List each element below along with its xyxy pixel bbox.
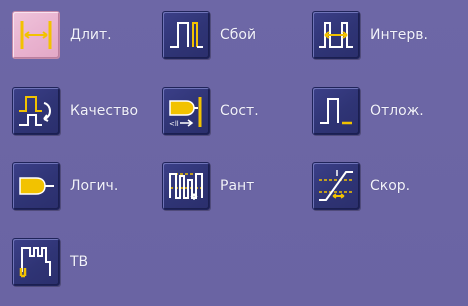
trigger-slew-option[interactable]: Скор. — [312, 162, 410, 210]
state-trigger-label: Сост. — [220, 103, 259, 119]
runt-trigger-label: Рант — [220, 178, 255, 194]
glitch-trigger-icon — [166, 15, 206, 55]
tv-trigger-label: ТВ — [70, 254, 89, 270]
svg-text:<ll: <ll — [169, 120, 179, 128]
trigger-logic-option[interactable]: Логич. — [12, 162, 118, 210]
logic-trigger-label: Логич. — [70, 178, 119, 194]
interval-trigger-label: Интерв. — [370, 27, 428, 43]
dropout-trigger-label: Отлож. — [370, 103, 424, 119]
qualified-trigger-button[interactable] — [12, 87, 60, 135]
slew-rate-trigger-button[interactable] — [312, 162, 360, 210]
trigger-width-option[interactable]: Длит. — [12, 11, 112, 59]
tv-trigger-icon — [16, 242, 56, 282]
width-trigger-label: Длит. — [70, 27, 112, 43]
slew-rate-trigger-label: Скор. — [370, 178, 411, 194]
trigger-type-panel: Длит. Сбой Интерв. Качество <ll Сост. От… — [0, 0, 468, 306]
state-trigger-button[interactable]: <ll — [162, 87, 210, 135]
width-trigger-button[interactable] — [12, 11, 60, 59]
runt-trigger-icon — [166, 166, 206, 206]
trigger-state-option[interactable]: <ll Сост. — [162, 87, 259, 135]
glitch-trigger-label: Сбой — [220, 27, 257, 43]
width-trigger-icon — [16, 15, 56, 55]
trigger-tv-option[interactable]: ТВ — [12, 238, 88, 286]
runt-trigger-button[interactable] — [162, 162, 210, 210]
trigger-dropout-option[interactable]: Отлож. — [312, 87, 424, 135]
state-trigger-icon: <ll — [166, 91, 206, 131]
tv-trigger-button[interactable] — [12, 238, 60, 286]
qualified-trigger-icon — [16, 91, 56, 131]
qualified-trigger-label: Качество — [70, 103, 139, 119]
logic-trigger-button[interactable] — [12, 162, 60, 210]
trigger-qualified-option[interactable]: Качество — [12, 87, 138, 135]
dropout-trigger-icon — [316, 91, 356, 131]
glitch-trigger-button[interactable] — [162, 11, 210, 59]
dropout-trigger-button[interactable] — [312, 87, 360, 135]
trigger-glitch-option[interactable]: Сбой — [162, 11, 256, 59]
trigger-interval-option[interactable]: Интерв. — [312, 11, 428, 59]
trigger-runt-option[interactable]: Рант — [162, 162, 254, 210]
interval-trigger-button[interactable] — [312, 11, 360, 59]
interval-trigger-icon — [316, 15, 356, 55]
slew-rate-trigger-icon — [316, 166, 356, 206]
logic-trigger-icon — [16, 166, 56, 206]
